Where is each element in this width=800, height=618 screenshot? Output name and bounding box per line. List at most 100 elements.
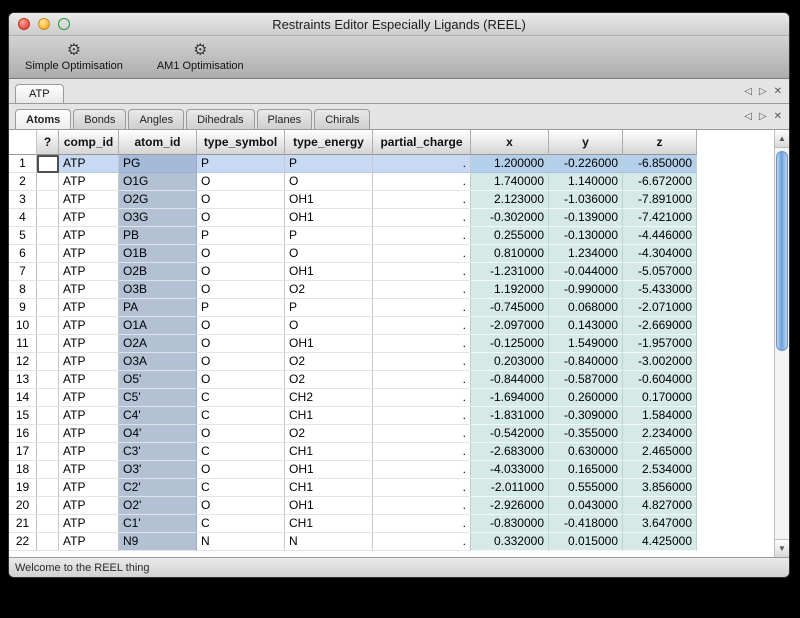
cell-z[interactable]: 4.425000 — [623, 533, 697, 551]
cell-energy[interactable]: O2 — [285, 371, 373, 389]
cell-y[interactable]: 1.140000 — [549, 173, 623, 191]
cell-x[interactable]: -1.831000 — [471, 407, 549, 425]
table-row[interactable]: 5ATPPBPP.0.255000-0.130000-4.446000 — [9, 227, 774, 245]
cell-sym[interactable]: N — [197, 533, 285, 551]
cell-atom[interactable]: N9 — [119, 533, 197, 551]
tab-scroll-left-icon[interactable]: ◁ — [744, 86, 752, 97]
cell-y[interactable]: 0.143000 — [549, 317, 623, 335]
cell-x[interactable]: 1.740000 — [471, 173, 549, 191]
cell-z[interactable]: -4.446000 — [623, 227, 697, 245]
cell-energy[interactable]: P — [285, 299, 373, 317]
cell-comp[interactable]: ATP — [59, 299, 119, 317]
cell-q[interactable] — [37, 209, 59, 227]
cell-atom[interactable]: O3B — [119, 281, 197, 299]
cell-atom[interactable]: C1' — [119, 515, 197, 533]
cell-energy[interactable]: P — [285, 227, 373, 245]
cell-q[interactable] — [37, 263, 59, 281]
cell-sym[interactable]: O — [197, 209, 285, 227]
cell-charge[interactable]: . — [373, 173, 471, 191]
table-row[interactable]: 6ATPO1BOO.0.8100001.234000-4.304000 — [9, 245, 774, 263]
cell-comp[interactable]: ATP — [59, 371, 119, 389]
cell-charge[interactable]: . — [373, 227, 471, 245]
cell-y[interactable]: -0.309000 — [549, 407, 623, 425]
table-row[interactable]: 1ATPPGPP.1.200000-0.226000-6.850000 — [9, 155, 774, 173]
cell-x[interactable]: -0.745000 — [471, 299, 549, 317]
tab-angles[interactable]: Angles — [128, 109, 184, 129]
table-row[interactable]: 11ATPO2AOOH1.-0.1250001.549000-1.957000 — [9, 335, 774, 353]
cell-y[interactable]: -0.139000 — [549, 209, 623, 227]
cell-z[interactable]: -2.071000 — [623, 299, 697, 317]
cell-z[interactable]: -2.669000 — [623, 317, 697, 335]
cell-z[interactable]: -3.002000 — [623, 353, 697, 371]
cell-energy[interactable]: O2 — [285, 353, 373, 371]
cell-charge[interactable]: . — [373, 515, 471, 533]
scrollbar-thumb[interactable] — [776, 151, 788, 351]
cell-x[interactable]: 1.192000 — [471, 281, 549, 299]
cell-atom[interactable]: C5' — [119, 389, 197, 407]
cell-sym[interactable]: O — [197, 497, 285, 515]
minimize-window-icon[interactable] — [38, 18, 50, 30]
cell-atom[interactable]: O4' — [119, 425, 197, 443]
cell-z[interactable]: -7.421000 — [623, 209, 697, 227]
cell-atom[interactable]: O3' — [119, 461, 197, 479]
cell-atom[interactable]: PG — [119, 155, 197, 173]
cell-charge[interactable]: . — [373, 263, 471, 281]
cell-charge[interactable]: . — [373, 281, 471, 299]
cell-z[interactable]: -6.672000 — [623, 173, 697, 191]
column-header-type_symbol[interactable]: type_symbol — [197, 130, 285, 155]
tab-atoms[interactable]: Atoms — [15, 109, 71, 129]
table-row[interactable]: 7ATPO2BOOH1.-1.231000-0.044000-5.057000 — [9, 263, 774, 281]
cell-atom[interactable]: O3G — [119, 209, 197, 227]
cell-x[interactable]: -4.033000 — [471, 461, 549, 479]
cell-x[interactable]: -0.125000 — [471, 335, 549, 353]
cell-z[interactable]: 3.647000 — [623, 515, 697, 533]
cell-charge[interactable]: . — [373, 497, 471, 515]
cell-y[interactable]: 1.549000 — [549, 335, 623, 353]
cell-comp[interactable]: ATP — [59, 335, 119, 353]
cell-x[interactable]: -0.302000 — [471, 209, 549, 227]
scroll-up-icon[interactable]: ▲ — [775, 130, 789, 148]
cell-charge[interactable]: . — [373, 461, 471, 479]
column-header-q[interactable]: ? — [37, 130, 59, 155]
cell-charge[interactable]: . — [373, 443, 471, 461]
table-row[interactable]: 15ATPC4'CCH1.-1.831000-0.3090001.584000 — [9, 407, 774, 425]
cell-sym[interactable]: C — [197, 407, 285, 425]
close-window-icon[interactable] — [18, 18, 30, 30]
cell-x[interactable]: 0.810000 — [471, 245, 549, 263]
table-row[interactable]: 18ATPO3'OOH1.-4.0330000.1650002.534000 — [9, 461, 774, 479]
cell-z[interactable]: 3.856000 — [623, 479, 697, 497]
cell-charge[interactable]: . — [373, 425, 471, 443]
am1-optimisation-button[interactable]: ⚙ AM1 Optimisation — [149, 41, 252, 73]
cell-q[interactable] — [37, 425, 59, 443]
cell-energy[interactable]: O2 — [285, 425, 373, 443]
cell-energy[interactable]: CH1 — [285, 443, 373, 461]
cell-y[interactable]: 0.630000 — [549, 443, 623, 461]
cell-x[interactable]: -0.830000 — [471, 515, 549, 533]
cell-q[interactable] — [37, 407, 59, 425]
column-header-partial_charge[interactable]: partial_charge — [373, 130, 471, 155]
cell-energy[interactable]: CH1 — [285, 479, 373, 497]
cell-energy[interactable]: O — [285, 317, 373, 335]
cell-atom[interactable]: C4' — [119, 407, 197, 425]
cell-y[interactable]: 0.260000 — [549, 389, 623, 407]
cell-z[interactable]: -4.304000 — [623, 245, 697, 263]
cell-sym[interactable]: C — [197, 443, 285, 461]
cell-comp[interactable]: ATP — [59, 155, 119, 173]
table-row[interactable]: 20ATPO2'OOH1.-2.9260000.0430004.827000 — [9, 497, 774, 515]
column-header-atom_id[interactable]: atom_id — [119, 130, 197, 155]
cell-comp[interactable]: ATP — [59, 173, 119, 191]
cell-q[interactable] — [37, 299, 59, 317]
cell-y[interactable]: 0.068000 — [549, 299, 623, 317]
cell-comp[interactable]: ATP — [59, 461, 119, 479]
table-row[interactable]: 22ATPN9NN.0.3320000.0150004.425000 — [9, 533, 774, 551]
cell-sym[interactable]: P — [197, 155, 285, 173]
cell-y[interactable]: -0.226000 — [549, 155, 623, 173]
cell-comp[interactable]: ATP — [59, 425, 119, 443]
cell-charge[interactable]: . — [373, 191, 471, 209]
cell-q[interactable] — [37, 497, 59, 515]
tab-dihedrals[interactable]: Dihedrals — [186, 109, 254, 129]
cell-comp[interactable]: ATP — [59, 497, 119, 515]
cell-sym[interactable]: O — [197, 317, 285, 335]
cell-atom[interactable]: O3A — [119, 353, 197, 371]
cell-z[interactable]: -0.604000 — [623, 371, 697, 389]
